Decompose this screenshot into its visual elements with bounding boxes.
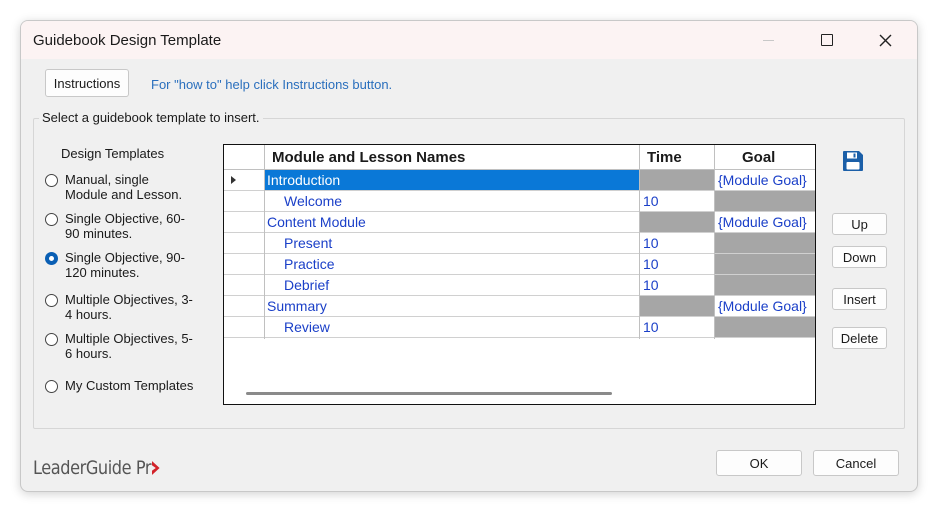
grid-row[interactable]: Review 10 [224, 317, 815, 338]
radio-icon[interactable] [45, 294, 58, 307]
delete-button[interactable]: Delete [832, 327, 887, 349]
close-button[interactable] [862, 21, 908, 59]
cell-goal[interactable] [715, 254, 815, 274]
cell-goal[interactable]: {Module Goal} [715, 170, 815, 190]
radio-icon[interactable] [45, 380, 58, 393]
radio-option-label: Multiple Objectives, 3-4 hours. [65, 292, 193, 322]
header-time[interactable]: Time [647, 145, 682, 169]
grid-row[interactable]: Introduction {Module Goal} [224, 170, 815, 191]
insert-button[interactable]: Insert [832, 288, 887, 310]
grid-divider [639, 145, 640, 339]
cell-goal[interactable]: {Module Goal} [715, 212, 815, 232]
save-icon[interactable] [841, 149, 865, 176]
group-legend: Select a guidebook template to insert. [39, 110, 263, 125]
radio-option[interactable]: My Custom Templates [45, 378, 195, 393]
radio-icon[interactable] [45, 213, 58, 226]
row-pointer-icon [231, 176, 236, 184]
grid-row[interactable]: Content Module {Module Goal} [224, 212, 815, 233]
cell-name[interactable]: Practice [265, 254, 639, 274]
cell-goal[interactable] [715, 233, 815, 253]
grid-row[interactable]: Summary {Module Goal} [224, 296, 815, 317]
grid-divider [714, 145, 715, 339]
window-title: Guidebook Design Template [33, 32, 222, 49]
grid-row[interactable]: Practice 10 [224, 254, 815, 275]
cell-goal[interactable] [715, 191, 815, 211]
header-module-lesson-names[interactable]: Module and Lesson Names [272, 145, 465, 169]
radio-option-label: Single Objective, 90-120 minutes. [65, 250, 185, 280]
design-templates-label: Design Templates [61, 146, 165, 161]
minimize-icon [762, 39, 774, 41]
radio-option[interactable]: Multiple Objectives, 3-4 hours. [45, 292, 195, 322]
radio-selected-icon[interactable] [45, 252, 58, 265]
radio-option-label: Single Objective, 60-90 minutes. [65, 211, 185, 241]
instructions-button[interactable]: Instructions [45, 69, 129, 97]
grid-header-row: Module and Lesson Names Time Goal [224, 145, 815, 170]
ok-button[interactable]: OK [716, 450, 802, 476]
module-lesson-grid[interactable]: Module and Lesson Names Time Goal Introd… [223, 144, 816, 405]
cell-name[interactable]: Debrief [265, 275, 639, 295]
cell-time[interactable] [640, 170, 714, 190]
header-goal[interactable]: Goal [742, 145, 775, 169]
radio-option-label: My Custom Templates [65, 378, 194, 393]
cell-time[interactable] [640, 212, 714, 232]
horizontal-scrollbar[interactable] [246, 392, 612, 395]
down-button[interactable]: Down [832, 246, 887, 268]
cell-name[interactable]: Welcome [265, 191, 639, 211]
dialog-window: Guidebook Design Template Instructions F… [20, 20, 918, 492]
radio-icon[interactable] [45, 333, 58, 346]
logo-play-icon [151, 461, 160, 475]
cell-name[interactable]: Present [265, 233, 639, 253]
maximize-button[interactable] [804, 21, 850, 59]
leaderguide-logo: LeaderGuide Pr [33, 457, 160, 479]
cell-time[interactable]: 10 [640, 254, 714, 274]
up-button[interactable]: Up [832, 213, 887, 235]
cell-time[interactable]: 10 [640, 275, 714, 295]
radio-option[interactable]: Manual, single Module and Lesson. [45, 172, 195, 202]
minimize-button[interactable] [745, 21, 791, 59]
radio-option[interactable]: Multiple Objectives, 5-6 hours. [45, 331, 195, 361]
cell-goal[interactable] [715, 275, 815, 295]
cell-time[interactable]: 10 [640, 317, 714, 337]
radio-option[interactable]: Single Objective, 90-120 minutes. [45, 250, 195, 280]
cell-name[interactable]: Summary [265, 296, 639, 316]
cell-name[interactable]: Content Module [265, 212, 639, 232]
instructions-help-text: For "how to" help click Instructions but… [151, 77, 393, 92]
cell-time[interactable]: 10 [640, 233, 714, 253]
logo-text: LeaderGuide Pr [33, 457, 152, 479]
title-bar: Guidebook Design Template [21, 21, 917, 59]
cell-time[interactable]: 10 [640, 191, 714, 211]
grid-row[interactable]: Present 10 [224, 233, 815, 254]
grid-row[interactable]: Debrief 10 [224, 275, 815, 296]
radio-option-label: Multiple Objectives, 5-6 hours. [65, 331, 193, 361]
cell-name[interactable]: Review [265, 317, 639, 337]
radio-option-label: Manual, single Module and Lesson. [65, 172, 183, 202]
radio-icon[interactable] [45, 174, 58, 187]
grid-divider [264, 145, 265, 339]
radio-option[interactable]: Single Objective, 60-90 minutes. [45, 211, 195, 241]
cancel-button[interactable]: Cancel [813, 450, 899, 476]
cell-time[interactable] [640, 296, 714, 316]
grid-row[interactable]: Welcome 10 [224, 191, 815, 212]
cell-goal[interactable]: {Module Goal} [715, 296, 815, 316]
cell-goal[interactable] [715, 317, 815, 337]
maximize-icon [821, 34, 833, 46]
close-icon [879, 34, 891, 46]
cell-name[interactable]: Introduction [265, 170, 639, 190]
